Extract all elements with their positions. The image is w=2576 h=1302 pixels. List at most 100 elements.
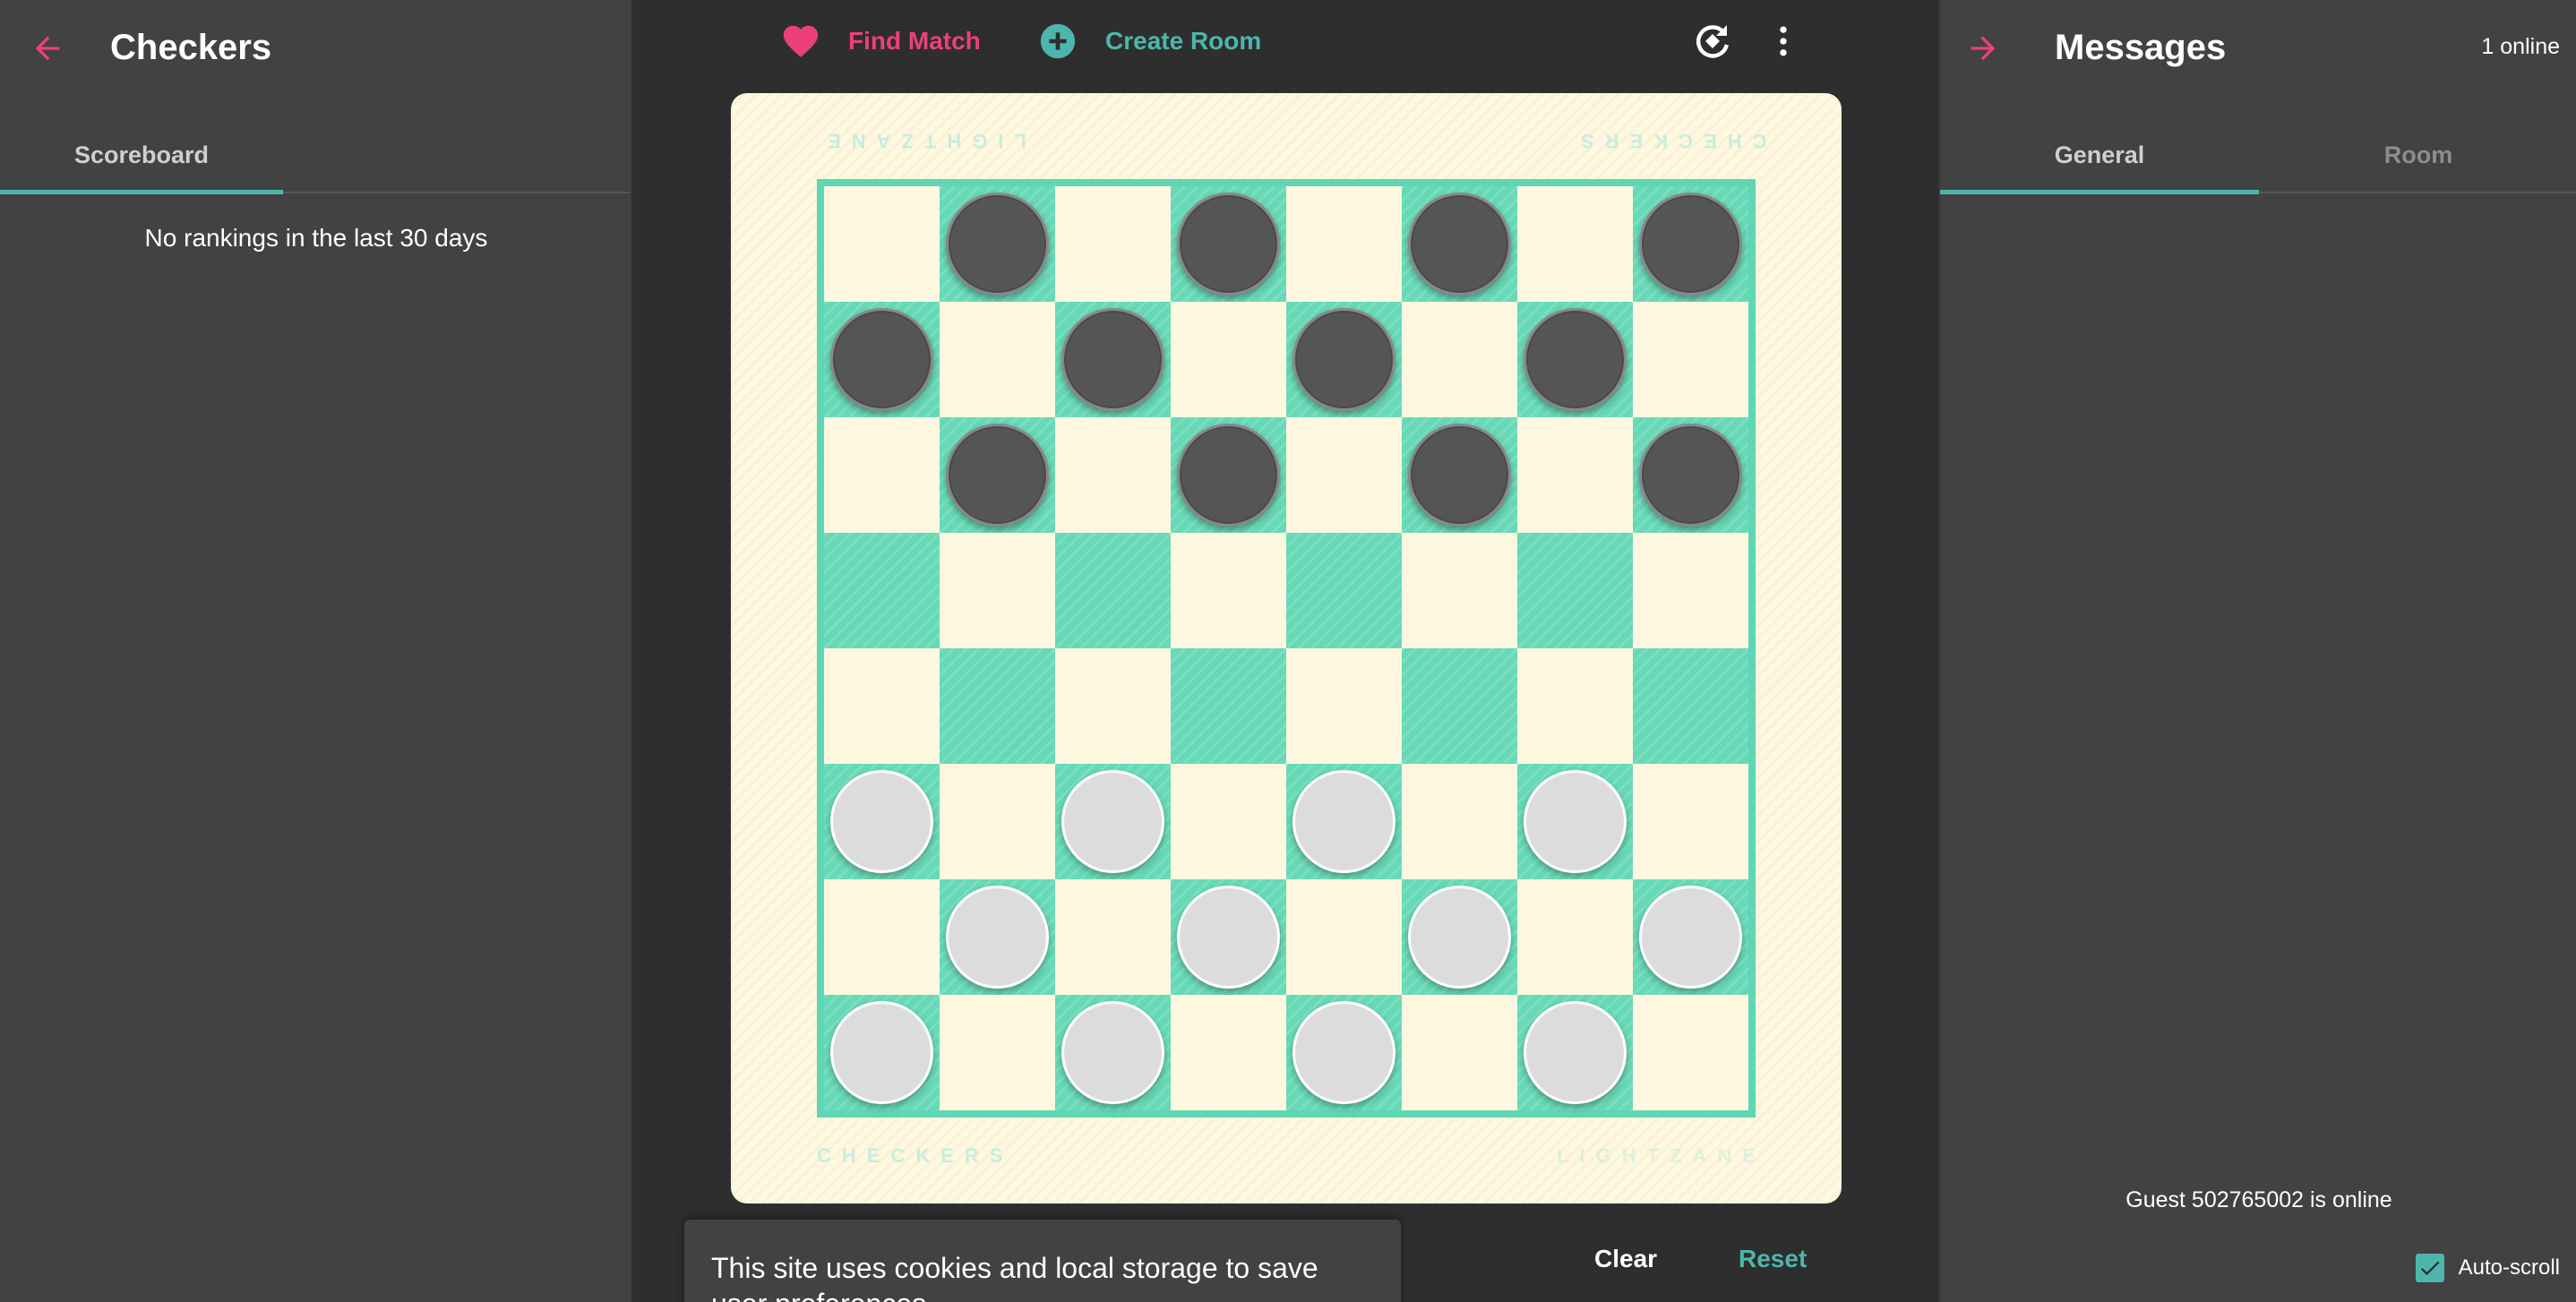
board-square[interactable] xyxy=(824,417,940,533)
board-square[interactable] xyxy=(940,648,1055,764)
light-checker-piece[interactable] xyxy=(830,1001,933,1104)
board-square[interactable] xyxy=(1171,879,1286,995)
dark-checker-piece[interactable] xyxy=(830,308,933,411)
dark-checker-piece[interactable] xyxy=(1639,424,1742,527)
rotate-board-button[interactable] xyxy=(1686,16,1739,70)
dark-checker-piece[interactable] xyxy=(946,193,1049,296)
light-checker-piece[interactable] xyxy=(1061,1001,1164,1104)
create-room-button[interactable]: Create Room xyxy=(1037,16,1261,66)
tab-scoreboard[interactable]: Scoreboard xyxy=(0,116,283,193)
board-square[interactable] xyxy=(1402,417,1517,533)
board-square[interactable] xyxy=(1633,417,1748,533)
board-square[interactable] xyxy=(1517,302,1633,417)
light-checker-piece[interactable] xyxy=(1639,886,1742,989)
board-square[interactable] xyxy=(940,186,1055,302)
light-checker-piece[interactable] xyxy=(1177,886,1280,989)
board-square[interactable] xyxy=(1517,879,1633,995)
board-square[interactable] xyxy=(1286,764,1402,879)
board-square[interactable] xyxy=(1633,764,1748,879)
dark-checker-piece[interactable] xyxy=(1408,424,1511,527)
dark-checker-piece[interactable] xyxy=(946,424,1049,527)
board-square[interactable] xyxy=(1055,533,1171,648)
board-square[interactable] xyxy=(1402,648,1517,764)
board-square[interactable] xyxy=(940,302,1055,417)
board-square[interactable] xyxy=(824,764,940,879)
board-square[interactable] xyxy=(1171,186,1286,302)
light-checker-piece[interactable] xyxy=(1292,1001,1395,1104)
more-options-button[interactable] xyxy=(1756,16,1810,70)
board-square[interactable] xyxy=(824,995,940,1110)
board-square[interactable] xyxy=(1286,879,1402,995)
board-square[interactable] xyxy=(1633,302,1748,417)
board-square[interactable] xyxy=(1517,533,1633,648)
clear-button[interactable]: Clear xyxy=(1594,1245,1657,1273)
board-square[interactable] xyxy=(1517,995,1633,1110)
board-square[interactable] xyxy=(1402,533,1517,648)
collapse-messages-button[interactable] xyxy=(1955,22,2011,78)
board-square[interactable] xyxy=(824,648,940,764)
board-square[interactable] xyxy=(824,533,940,648)
autoscroll-checkbox[interactable] xyxy=(2415,1254,2444,1282)
light-checker-piece[interactable] xyxy=(946,886,1049,989)
board-square[interactable] xyxy=(1633,648,1748,764)
board-square[interactable] xyxy=(1633,533,1748,648)
board-square[interactable] xyxy=(1402,995,1517,1110)
board-square[interactable] xyxy=(1055,186,1171,302)
dark-checker-piece[interactable] xyxy=(1177,193,1280,296)
board-square[interactable] xyxy=(1517,186,1633,302)
board-square[interactable] xyxy=(1517,764,1633,879)
board-square[interactable] xyxy=(1517,417,1633,533)
board-square[interactable] xyxy=(1055,995,1171,1110)
board-square[interactable] xyxy=(1402,302,1517,417)
dark-checker-piece[interactable] xyxy=(1524,308,1627,411)
back-button[interactable] xyxy=(20,22,75,78)
light-checker-piece[interactable] xyxy=(1292,770,1395,873)
board-square[interactable] xyxy=(940,879,1055,995)
dark-checker-piece[interactable] xyxy=(1177,424,1280,527)
light-checker-piece[interactable] xyxy=(1408,886,1511,989)
board-square[interactable] xyxy=(1286,533,1402,648)
board-square[interactable] xyxy=(1171,764,1286,879)
board-square[interactable] xyxy=(940,417,1055,533)
board-square[interactable] xyxy=(1055,764,1171,879)
board-square[interactable] xyxy=(1402,879,1517,995)
board-square[interactable] xyxy=(1633,995,1748,1110)
board-square[interactable] xyxy=(1055,302,1171,417)
tab-general[interactable]: General xyxy=(1940,116,2259,193)
board-square[interactable] xyxy=(824,302,940,417)
light-checker-piece[interactable] xyxy=(1524,770,1627,873)
board-square[interactable] xyxy=(1055,648,1171,764)
board-square[interactable] xyxy=(1633,186,1748,302)
board-square[interactable] xyxy=(940,764,1055,879)
light-checker-piece[interactable] xyxy=(1061,770,1164,873)
board-square[interactable] xyxy=(1517,648,1633,764)
board-square[interactable] xyxy=(940,995,1055,1110)
dark-checker-piece[interactable] xyxy=(1061,308,1164,411)
dark-checker-piece[interactable] xyxy=(1408,193,1511,296)
autoscroll-toggle[interactable]: Auto-scroll xyxy=(2415,1254,2560,1282)
board-square[interactable] xyxy=(1286,995,1402,1110)
find-match-button[interactable]: Find Match xyxy=(780,16,981,66)
board-square[interactable] xyxy=(1286,417,1402,533)
board-square[interactable] xyxy=(1171,302,1286,417)
light-checker-piece[interactable] xyxy=(830,770,933,873)
board-square[interactable] xyxy=(824,186,940,302)
tab-room[interactable]: Room xyxy=(2259,116,2576,193)
board-square[interactable] xyxy=(1171,995,1286,1110)
board-square[interactable] xyxy=(1286,186,1402,302)
board-square[interactable] xyxy=(1286,302,1402,417)
board-square[interactable] xyxy=(1402,764,1517,879)
board-square[interactable] xyxy=(824,879,940,995)
board-square[interactable] xyxy=(940,533,1055,648)
board-square[interactable] xyxy=(1286,648,1402,764)
light-checker-piece[interactable] xyxy=(1524,1001,1627,1104)
board-square[interactable] xyxy=(1171,533,1286,648)
board-square[interactable] xyxy=(1633,879,1748,995)
board-square[interactable] xyxy=(1171,417,1286,533)
board-square[interactable] xyxy=(1055,417,1171,533)
dark-checker-piece[interactable] xyxy=(1639,193,1742,296)
board-square[interactable] xyxy=(1402,186,1517,302)
board-square[interactable] xyxy=(1171,648,1286,764)
board-square[interactable] xyxy=(1055,879,1171,995)
reset-button[interactable]: Reset xyxy=(1739,1245,1807,1273)
